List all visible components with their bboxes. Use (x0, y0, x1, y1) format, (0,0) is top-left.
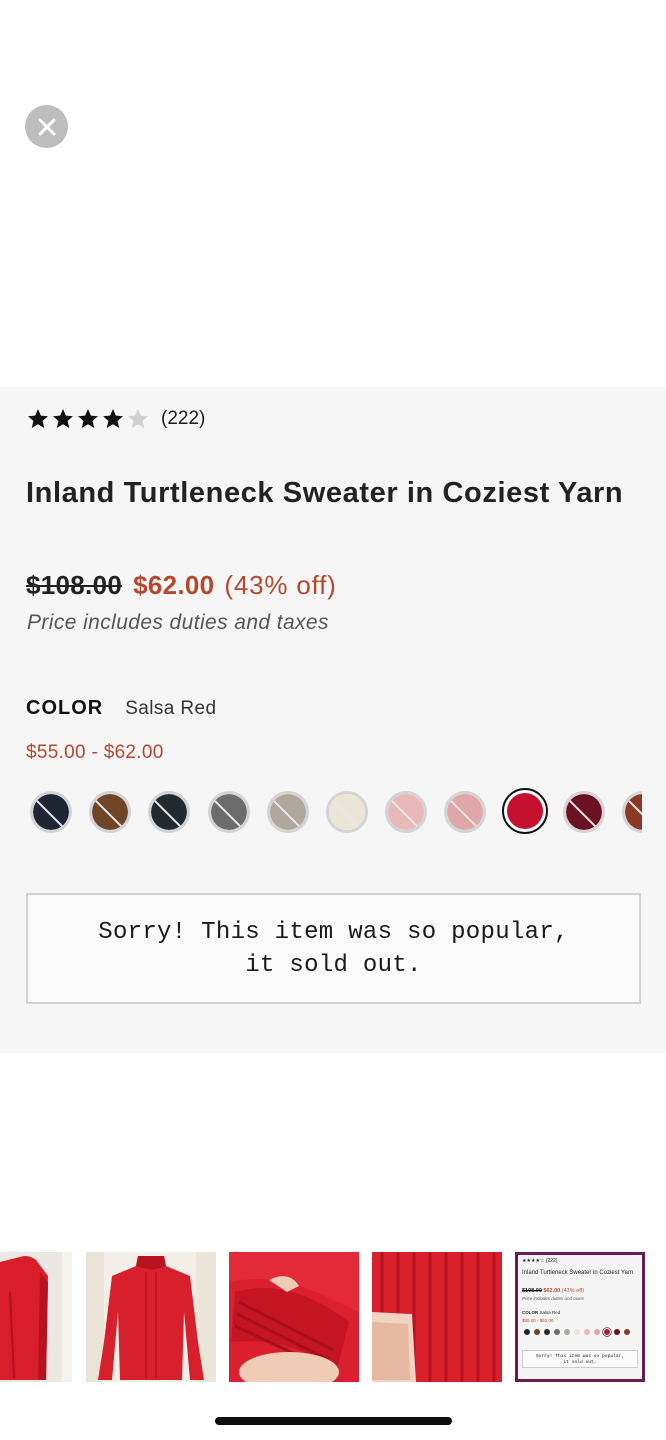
sold-out-slash-icon (388, 795, 425, 830)
color-swatch[interactable] (326, 791, 368, 833)
mini-swatch (524, 1329, 530, 1335)
sold-out-line-1: Sorry! This item was so popular, (98, 918, 569, 946)
home-indicator[interactable] (215, 1417, 452, 1425)
color-price-range: $55.00 - $62.00 (26, 742, 164, 763)
mini-swatch (614, 1329, 620, 1335)
mini-title: Inland Turtleneck Sweater in Coziest Yar… (522, 1270, 634, 1276)
sold-out-slash-icon (447, 795, 484, 830)
sold-out-message: Sorry! This item was so popular, it sold… (26, 893, 641, 1004)
swatch-fill (210, 794, 247, 830)
sale-price: $62.00 (133, 570, 215, 600)
star-filled-icon (53, 409, 73, 428)
discount-percent: (43% off) (224, 570, 337, 600)
mini-range: $55.00 - $62.00 (522, 1318, 554, 1323)
color-row: COLOR Salsa Red (26, 697, 216, 720)
mini-sold-out: Sorry! This item was so popular, it sold… (522, 1350, 638, 1368)
mini-duties: Price includes duties and taxes (522, 1296, 585, 1301)
sold-out-slash-icon (33, 795, 69, 830)
sweater-hem-photo (372, 1252, 502, 1382)
color-swatch[interactable] (148, 791, 191, 833)
rating-stars (27, 408, 149, 430)
thumbnail-1[interactable] (0, 1252, 72, 1382)
thumbnail-4[interactable] (372, 1252, 502, 1382)
swatch-fill (269, 794, 306, 830)
swatch-fill (329, 794, 365, 830)
mini-color: COLOR Salsa Red (522, 1310, 561, 1315)
star-filled-icon (28, 409, 48, 428)
sold-out-slash-icon (269, 795, 306, 830)
color-swatch[interactable] (622, 791, 642, 833)
color-label: COLOR (26, 697, 104, 719)
swatch-fill (625, 794, 642, 830)
product-title: Inland Turtleneck Sweater in Coziest Yar… (26, 477, 624, 509)
mini-swatch (594, 1329, 600, 1335)
mini-swatch (584, 1329, 590, 1335)
sold-out-line-2: it sold out. (245, 951, 422, 979)
color-swatch-selected[interactable] (501, 788, 548, 834)
swatch-fill (447, 794, 484, 830)
swatch-fill (151, 794, 188, 830)
mini-swatch (564, 1329, 570, 1335)
original-price: $108.00 (26, 570, 123, 600)
sold-out-slash-icon (565, 795, 602, 830)
swatch-fill (33, 794, 69, 830)
star-empty-icon (128, 409, 148, 428)
color-swatch[interactable] (385, 791, 428, 833)
sold-out-slash-icon (329, 795, 365, 830)
swatch-fill (506, 793, 543, 829)
color-swatch[interactable] (89, 791, 132, 833)
price-row: $108.00 $62.00 (43% off) (26, 570, 337, 601)
duties-note: Price includes duties and taxes (27, 611, 329, 634)
thumbnail-5-active[interactable]: ★★★★☆ (222) Inland Turtleneck Sweater in… (515, 1252, 645, 1382)
close-icon (38, 118, 55, 135)
sold-out-slash-icon (625, 795, 642, 830)
swatch-fill (565, 794, 602, 830)
thumbnail-3[interactable] (229, 1252, 359, 1382)
mini-swatch (604, 1329, 610, 1335)
mini-rating: ★★★★☆ (222) (522, 1258, 558, 1264)
mini-price: $108.00 $62.00 (43% off) (522, 1288, 584, 1294)
sold-out-slash-icon (92, 795, 129, 830)
sweater-back-photo (0, 1252, 72, 1382)
sold-out-slash-icon (210, 795, 247, 830)
close-button[interactable] (25, 105, 68, 148)
color-swatch[interactable] (266, 791, 309, 833)
mini-swatch (574, 1329, 580, 1335)
swatch-fill (92, 794, 129, 830)
color-swatches (30, 787, 642, 837)
star-filled-icon (103, 409, 123, 428)
sweater-cuff-photo (229, 1252, 359, 1382)
color-swatch[interactable] (30, 791, 72, 833)
color-swatch[interactable] (562, 791, 605, 833)
star-filled-icon (78, 409, 98, 428)
thumbnail-2[interactable] (86, 1252, 216, 1382)
rating[interactable]: (222) (27, 408, 205, 430)
mini-swatch (534, 1329, 540, 1335)
color-swatch[interactable] (444, 791, 487, 833)
mini-swatch (624, 1329, 630, 1335)
mini-swatch (554, 1329, 560, 1335)
thumbnail-strip[interactable]: ★★★★☆ (222) Inland Turtleneck Sweater in… (0, 1252, 666, 1382)
sweater-front-photo (86, 1252, 216, 1382)
rating-count[interactable]: (222) (161, 408, 205, 430)
color-swatch[interactable] (207, 791, 250, 833)
swatch-fill (388, 794, 425, 830)
mini-swatches (524, 1329, 630, 1335)
mini-screenshot: ★★★★☆ (222) Inland Turtleneck Sweater in… (518, 1255, 642, 1379)
mini-swatch (544, 1329, 550, 1335)
sold-out-slash-icon (151, 795, 188, 830)
selected-color-name: Salsa Red (125, 698, 217, 719)
